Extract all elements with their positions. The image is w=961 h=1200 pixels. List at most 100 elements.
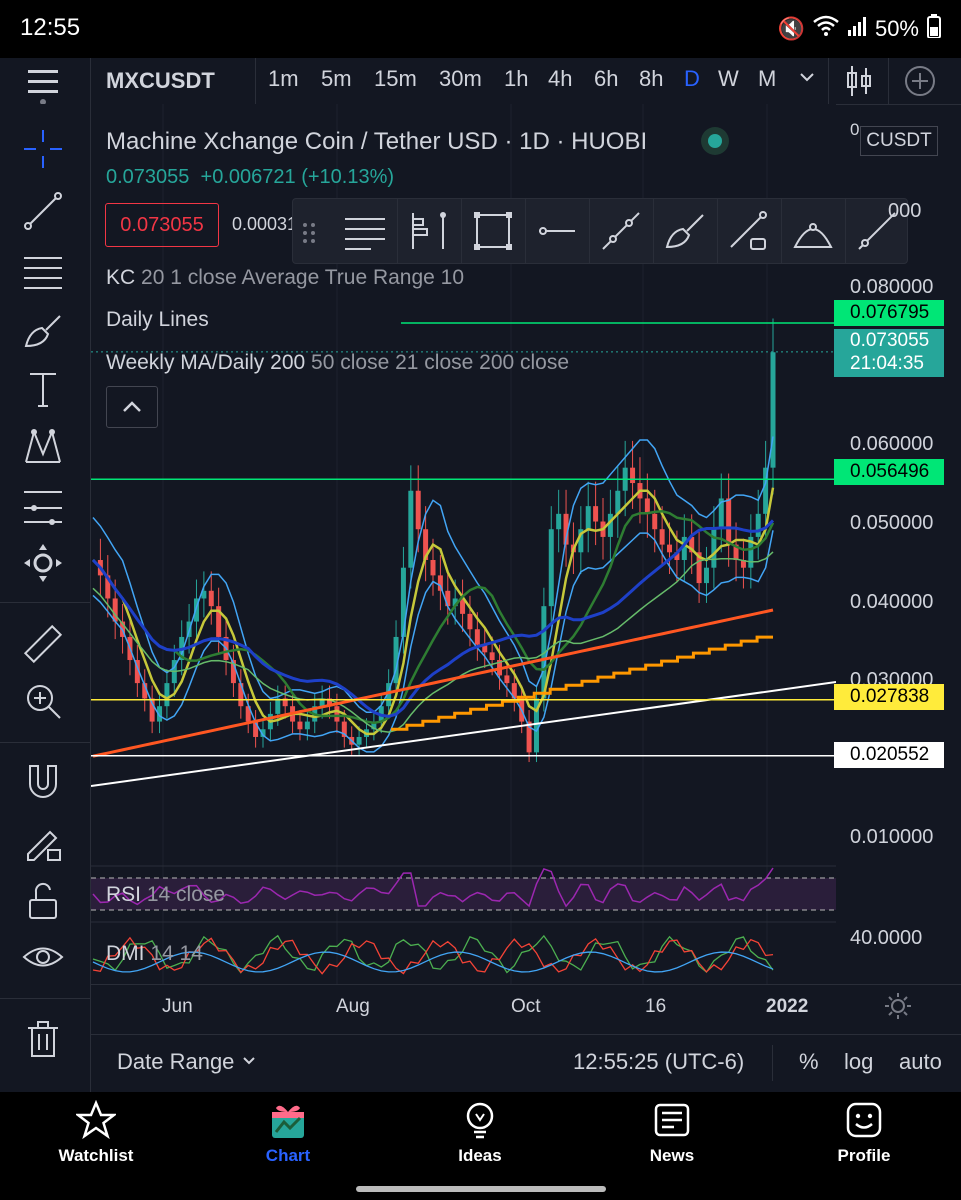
date-range-button[interactable]: Date Range (117, 1049, 257, 1075)
horizontal-line-icon[interactable] (533, 207, 581, 255)
nav-chart-label: Chart (265, 1146, 311, 1165)
rectangle-icon[interactable] (469, 207, 517, 255)
candle-body (297, 721, 303, 730)
ruler-icon[interactable] (20, 620, 66, 666)
collapse-legend-button[interactable] (106, 386, 158, 428)
home-indicator[interactable] (356, 1186, 606, 1192)
trash-icon[interactable] (20, 1016, 66, 1062)
nav-profile-label: Profile (837, 1146, 891, 1165)
dmi-name: DMI (106, 942, 145, 965)
weekly-ma-params: 50 close 21 close 200 close (311, 351, 570, 374)
candle-body (238, 683, 244, 707)
drawing-toolbar (0, 104, 91, 1094)
timeframe-w[interactable]: W (718, 66, 739, 92)
spread-value: 0.00031 (232, 214, 298, 234)
x-label-oct: Oct (511, 996, 541, 1017)
candle-body (275, 698, 281, 714)
ray-icon[interactable] (597, 207, 645, 255)
timeframe-5m[interactable]: 5m (321, 66, 352, 92)
timeframe-6h[interactable]: 6h (594, 66, 618, 92)
candle-body (726, 498, 732, 545)
crosshair-icon[interactable] (20, 126, 66, 172)
pattern-icon[interactable] (20, 424, 66, 470)
timeframe-30m[interactable]: 30m (439, 66, 482, 92)
bottom-bar: Date Range 12:55:25 (UTC-6) % log auto (91, 1034, 961, 1093)
text-icon[interactable] (20, 366, 66, 412)
candle-body (445, 590, 451, 607)
axis-label-0040: 0.040000 (850, 591, 934, 613)
axis-label-0010: 0.010000 (850, 826, 934, 848)
symbol-button[interactable]: MXCUSDT (106, 68, 215, 94)
fib-retracement-icon[interactable] (20, 248, 66, 294)
timeframe-1m[interactable]: 1m (268, 66, 299, 92)
prediction-icon[interactable] (20, 484, 66, 530)
dmi-legend[interactable]: DMI 14 14 (106, 942, 203, 966)
star-icon (76, 1100, 116, 1140)
move-icon[interactable] (20, 540, 66, 586)
rsi-name: RSI (106, 883, 142, 906)
nav-chart[interactable]: Chart (228, 1100, 348, 1166)
trendline-icon[interactable] (20, 188, 66, 234)
candles-icon[interactable] (844, 64, 874, 103)
lock-drawing-icon[interactable] (20, 818, 66, 864)
timeframe-8h[interactable]: 8h (639, 66, 663, 92)
candle-body (630, 467, 636, 484)
percent-toggle[interactable]: % (799, 1049, 819, 1075)
candle-body (504, 675, 510, 684)
rsi-params: 14 close (146, 883, 226, 906)
nav-profile[interactable]: Profile (804, 1100, 924, 1166)
rsi-legend[interactable]: RSI 14 close (106, 883, 225, 907)
timeframe-d[interactable]: D (684, 66, 700, 92)
timeframe-1h[interactable]: 1h (504, 66, 528, 92)
axis-label-dmi: 40.0000 (850, 927, 923, 949)
position-icon[interactable] (405, 207, 453, 255)
lightbulb-icon (466, 1102, 494, 1139)
zoom-icon[interactable] (20, 678, 66, 724)
brush-tool-icon[interactable] (661, 207, 709, 255)
status-bar: 12:55 🔇 50% (0, 0, 961, 58)
nav-ideas[interactable]: Ideas (420, 1100, 540, 1166)
news-icon (654, 1103, 690, 1137)
settings-sun-icon[interactable] (884, 992, 912, 1025)
chevron-down-icon[interactable] (798, 68, 816, 91)
weekly-ma-legend[interactable]: Weekly MA/Daily 200 50 close 21 close 20… (106, 351, 569, 375)
lines-icon[interactable] (341, 207, 389, 255)
sell-button[interactable]: 0.073055 (105, 203, 219, 247)
smiley-icon (846, 1102, 882, 1138)
tag-support1: 0.027838 (834, 684, 944, 710)
daily-lines-legend[interactable]: Daily Lines (106, 308, 209, 332)
price-label-icon[interactable] (725, 207, 773, 255)
clock-display[interactable]: 12:55:25 (UTC-6) (573, 1049, 744, 1075)
timeframe-4h[interactable]: 4h (548, 66, 572, 92)
tag-last-value: 0.073055 (850, 330, 930, 351)
timeframe-m[interactable]: M (758, 66, 776, 92)
timeframe-15m[interactable]: 15m (374, 66, 417, 92)
floating-drawing-bar (292, 198, 908, 264)
kc-legend[interactable]: KC 20 1 close Average True Range 10 (106, 266, 464, 290)
log-toggle[interactable]: log (844, 1049, 873, 1075)
unlock-icon[interactable] (20, 878, 66, 924)
bottom-navigation: Watchlist Chart Ideas News Profile (0, 1092, 961, 1200)
axis-currency-button[interactable]: CUSDT (860, 126, 938, 156)
nav-news[interactable]: News (612, 1100, 732, 1166)
arc-icon[interactable] (789, 207, 837, 255)
candle-body (356, 736, 362, 745)
add-indicator-icon[interactable] (903, 64, 937, 103)
last-price: 0.073055 (106, 166, 190, 188)
status-icons: 🔇 50% (778, 14, 941, 44)
nav-news-label: News (649, 1146, 695, 1165)
auto-toggle[interactable]: auto (899, 1049, 942, 1075)
drag-handle-icon[interactable] (299, 207, 319, 255)
brush-icon[interactable] (20, 308, 66, 354)
chevron-up-icon (123, 401, 141, 412)
nav-watchlist[interactable]: Watchlist (36, 1100, 156, 1166)
gift-chart-icon (272, 1105, 304, 1138)
kc-name: KC (106, 266, 136, 289)
nav-ideas-label: Ideas (458, 1146, 502, 1165)
candle-body (667, 544, 673, 553)
candle-body (489, 652, 495, 661)
tag-support2: 0.020552 (834, 742, 944, 768)
eye-icon[interactable] (20, 934, 66, 980)
magnet-icon[interactable] (20, 758, 66, 804)
candle-body (755, 513, 761, 537)
